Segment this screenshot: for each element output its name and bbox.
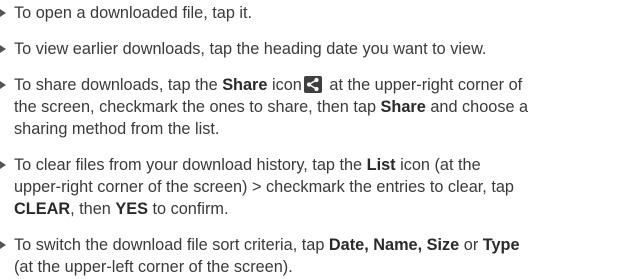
- bullet-arrow-icon: [0, 161, 6, 169]
- item-text: upper-right corner of the screen) > chec…: [14, 178, 514, 196]
- bullet-arrow-icon: [0, 9, 6, 17]
- clear-term: CLEAR: [14, 200, 71, 218]
- item-text: To share downloads, tap the: [14, 76, 223, 94]
- list-term: List: [366, 156, 396, 174]
- bullet-arrow-icon: [0, 45, 6, 53]
- item-text: icon (at the: [395, 156, 481, 174]
- share-term: Share: [380, 98, 426, 116]
- type-term: Type: [482, 236, 520, 254]
- item-text: to confirm.: [147, 200, 229, 218]
- item-text: sharing method from the list.: [14, 120, 220, 138]
- item-text: and choose a: [425, 98, 529, 116]
- sort-terms: Date, Name, Size: [328, 236, 460, 254]
- item-text: (at the upper-left corner of the screen)…: [14, 258, 293, 276]
- bullet-arrow-icon: [0, 81, 6, 89]
- share-term: Share: [222, 76, 268, 94]
- item-text: at the upper-right corner of: [324, 76, 523, 94]
- item-text: To view earlier downloads, tap the headi…: [14, 40, 487, 58]
- item-text: To switch the download file sort criteri…: [14, 236, 329, 254]
- item-text: To open a downloaded file, tap it.: [14, 4, 253, 22]
- item-text: or: [459, 236, 483, 254]
- item-text: the screen, checkmark the ones to share,…: [14, 98, 381, 116]
- bullet-arrow-icon: [0, 241, 6, 249]
- item-text: icon: [267, 76, 302, 94]
- share-icon: [303, 76, 322, 93]
- item-text: , then: [70, 200, 116, 218]
- yes-term: YES: [115, 200, 148, 218]
- item-text: To clear files from your download histor…: [14, 156, 367, 174]
